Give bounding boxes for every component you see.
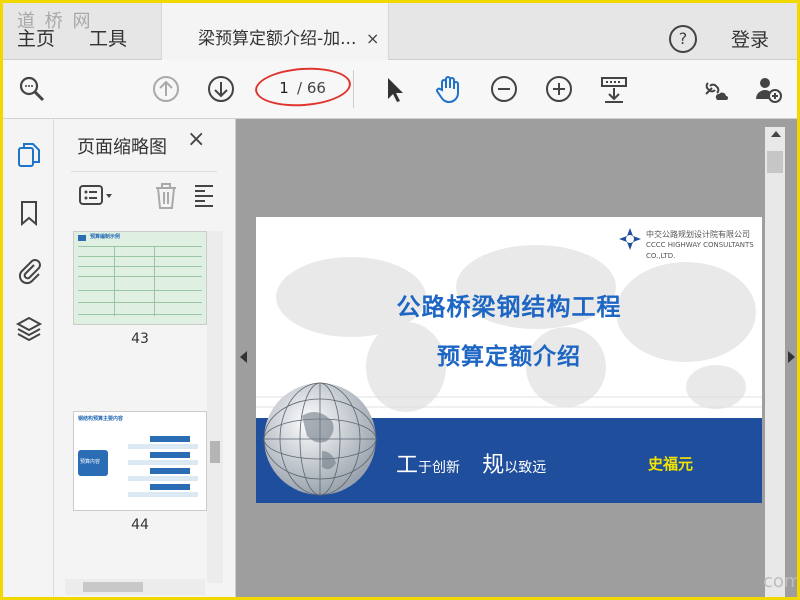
thumbnail-vertical-scrollbar[interactable] [207,231,223,583]
main-toolbar: 1 / 66 [3,60,797,119]
horizontal-scroll-thumb[interactable] [83,582,143,592]
slide-title-line2: 预算定额介绍 [437,344,581,370]
login-button[interactable]: 登录 [731,3,769,59]
layers-icon[interactable] [15,315,43,343]
add-user-icon[interactable] [753,74,783,104]
close-panel-icon[interactable]: × [187,127,205,152]
page-down-icon[interactable] [206,74,236,104]
pdf-reader-window: 道 桥 网 主页 工具 梁预算定额介绍-加... × ? 登录 1 / 66 页… [3,3,797,597]
hand-pan-icon[interactable] [433,74,463,104]
current-page-input[interactable]: 1 [273,73,295,103]
globe-icon [263,382,377,496]
page-number-box: 1 / 66 [253,64,353,110]
left-rail [3,119,54,597]
pages-icon[interactable] [15,141,43,169]
select-pointer-icon[interactable] [379,74,409,104]
thumbnail-panel: 页面缩略图 × 预算编制示例 43 钢结构预算主要内容 预算内容 44 [55,119,236,597]
zoom-out-icon[interactable] [489,74,519,104]
total-pages-label: / 66 [297,79,326,97]
bookmark-icon[interactable] [15,199,43,227]
document-scroll-thumb[interactable] [767,151,783,173]
delete-page-icon[interactable] [153,182,179,210]
thumbnail-43-heading: 预算编制示例 [90,234,121,240]
corner-watermark: com [763,571,797,592]
help-icon[interactable]: ? [669,25,697,53]
scroll-up-arrow-icon[interactable] [771,131,781,137]
thumbnail-panel-title: 页面缩略图 [77,137,167,158]
page-up-icon[interactable] [151,74,181,104]
thumbnail-43-number: 43 [131,331,149,347]
expand-right-panel-icon[interactable] [788,351,795,363]
zoom-in-icon[interactable] [544,74,574,104]
thumbnail-options-icon[interactable] [79,184,115,208]
thumbnail-44-badge: 预算内容 [80,459,101,465]
search-zoom-icon[interactable] [17,74,47,104]
thumbnail-page-44[interactable]: 钢结构预算主要内容 预算内容 [73,411,207,511]
thumbnail-scroll-thumb[interactable] [210,441,220,463]
thumbnail-tools [71,171,217,216]
tab-bar: 道 桥 网 主页 工具 梁预算定额介绍-加... × ? 登录 [3,3,797,60]
slide-page: 中交公路规划设计院有限公司 CCCC HIGHWAY CONSULTANTS C… [256,217,762,503]
tab-home[interactable]: 主页 [17,3,55,59]
slide-author: 史福元 [648,455,694,473]
share-link-icon[interactable] [699,74,729,104]
extract-page-icon[interactable] [193,182,217,210]
fit-page-icon[interactable] [599,74,629,104]
document-view[interactable]: 中交公路规划设计院有限公司 CCCC HIGHWAY CONSULTANTS C… [236,119,797,597]
collapse-panel-left-icon[interactable] [240,351,247,363]
document-vertical-scrollbar[interactable] [765,127,785,597]
thumbnail-44-heading: 钢结构预算主要内容 [78,416,124,422]
attachment-icon[interactable] [15,257,43,285]
thumbnail-horizontal-scrollbar[interactable] [65,579,205,595]
tab-document[interactable]: 梁预算定额介绍-加... × [161,3,389,60]
tab-tools[interactable]: 工具 [89,3,127,59]
thumbnail-page-43[interactable]: 预算编制示例 [73,231,207,325]
thumbnail-44-number: 44 [131,517,149,533]
toolbar-divider [353,70,354,108]
slide-slogan: 工于创新 规以致远 [396,453,547,478]
slide-title-line1: 公路桥梁钢结构工程 [396,293,622,321]
company-name: 中交公路规划设计院有限公司 CCCC HIGHWAY CONSULTANTS C… [646,230,754,260]
